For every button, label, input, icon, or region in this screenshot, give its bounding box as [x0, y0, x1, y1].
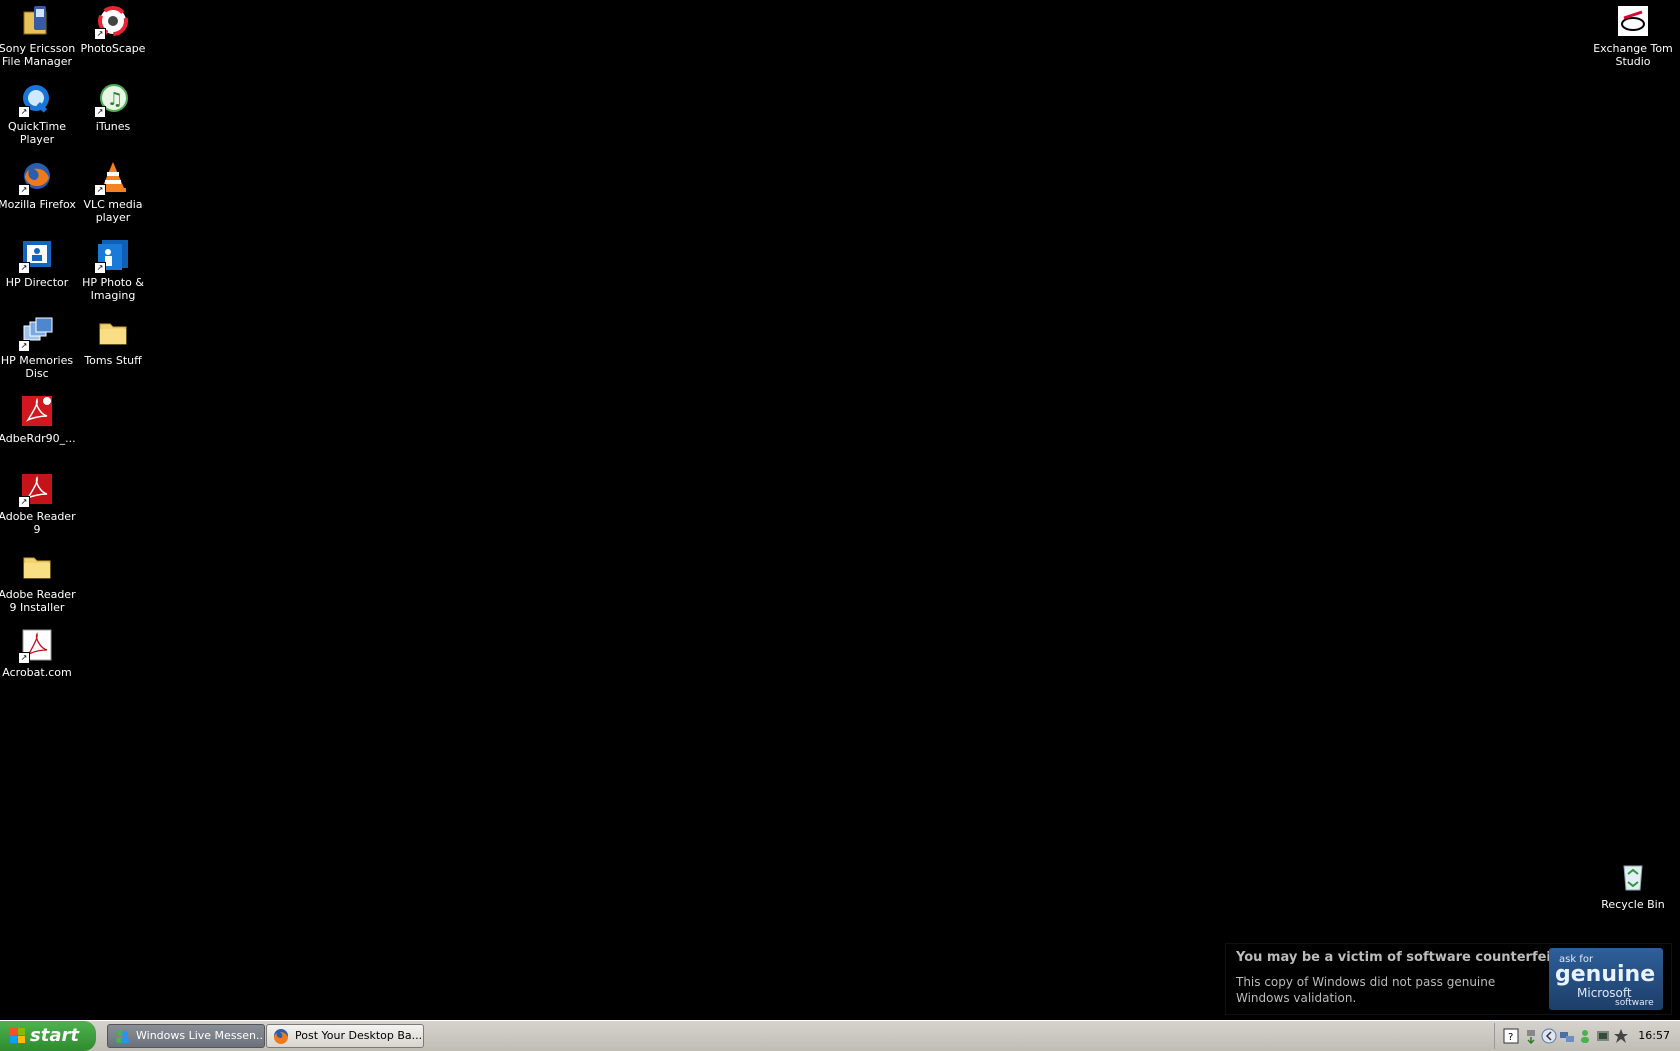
icon-label: AdbeRdr90_...: [0, 432, 76, 445]
windows-flag-icon: [10, 1028, 25, 1043]
icon-label: HP Memories Disc: [0, 354, 74, 380]
desktop-icon-adobe-installer-folder[interactable]: Adobe Reader 9 Installer: [0, 548, 77, 614]
adobe-installer-icon: [20, 394, 54, 428]
taskbar-button-firefox[interactable]: Post Your Desktop Ba...: [266, 1024, 424, 1048]
desktop-icon-quicktime[interactable]: ↗ QuickTime Player: [0, 80, 77, 146]
icon-label: Acrobat.com: [2, 666, 72, 679]
hp-photo-icon: ↗: [94, 238, 130, 274]
icon-label: Adobe Reader 9 Installer: [0, 588, 76, 614]
icon-label: iTunes: [95, 120, 131, 133]
messenger-tray-icon[interactable]: [1577, 1028, 1593, 1044]
taskbar-button-messenger[interactable]: Windows Live Messen...: [107, 1024, 265, 1048]
desktop-icon-vlc[interactable]: ↗ VLC media player: [73, 158, 153, 224]
icon-label: Adobe Reader 9: [0, 510, 76, 536]
icon-label: Exchange Tom Studio: [1593, 42, 1673, 68]
quicktime-icon: ↗: [18, 82, 54, 118]
exchange-icon: [1616, 4, 1650, 38]
hp-memories-icon: ↗: [18, 316, 54, 352]
device-icon[interactable]: [1595, 1028, 1611, 1044]
folder-icon: [20, 550, 54, 584]
vlc-icon: ↗: [94, 160, 130, 196]
desktop-icon-sony-ericsson[interactable]: Sony Ericsson File Manager: [0, 2, 77, 68]
desktop-icon-adobe-reader[interactable]: ↗ Adobe Reader 9: [0, 470, 77, 536]
firefox-icon: [274, 1029, 288, 1044]
svg-text:♫: ♫: [107, 89, 123, 110]
recycle-bin-icon: [1616, 860, 1650, 894]
desktop-icon-acrobat-com[interactable]: ↗ Acrobat.com: [0, 626, 77, 679]
icon-label: HP Director: [5, 276, 69, 289]
chevron-left-icon[interactable]: [1541, 1028, 1557, 1044]
messenger-icon: [116, 1030, 129, 1043]
icon-label: VLC media player: [83, 198, 143, 224]
system-tray: ? 16:57: [1494, 1023, 1680, 1049]
desktop-icon-hp-director[interactable]: ↗ HP Director: [0, 236, 77, 289]
adobe-reader-icon: ↗: [18, 472, 54, 508]
acrobat-com-icon: ↗: [18, 628, 54, 664]
taskbar: start Windows Live Messen... Post Your D…: [0, 1020, 1680, 1051]
photoscape-icon: ↗: [94, 4, 130, 40]
genuine-microsoft-logo[interactable]: ask for genuine Microsoft software: [1549, 948, 1663, 1010]
icon-label: Mozilla Firefox: [0, 198, 76, 211]
start-label: start: [30, 1025, 79, 1046]
network-icon[interactable]: [1559, 1028, 1575, 1044]
genuine-validation-balloon[interactable]: You may be a victim of software counterf…: [1225, 943, 1672, 1015]
desktop-icon-itunes[interactable]: ♫ ↗ iTunes: [73, 80, 153, 133]
svg-text:?: ?: [1508, 1032, 1513, 1043]
hp-director-icon: ↗: [18, 238, 54, 274]
task-label: Post Your Desktop Ba...: [295, 1029, 423, 1042]
icon-label: PhotoScape: [80, 42, 146, 55]
icon-label: QuickTime Player: [7, 120, 67, 146]
balloon-title: You may be a victim of software counterf…: [1236, 950, 1586, 965]
task-label: Windows Live Messen...: [136, 1029, 265, 1042]
icon-label: Sony Ericsson File Manager: [0, 42, 76, 68]
star-icon[interactable]: [1613, 1028, 1629, 1044]
sony-ericsson-icon: [20, 4, 54, 38]
desktop-icon-exchange-tom-studio[interactable]: Exchange Tom Studio: [1593, 2, 1673, 68]
desktop-icon-recycle-bin[interactable]: Recycle Bin: [1593, 858, 1673, 911]
balloon-body: This copy of Windows did not pass genuin…: [1236, 975, 1496, 1005]
help-icon[interactable]: ?: [1503, 1028, 1519, 1044]
logo-genuine-text: genuine: [1555, 962, 1656, 987]
icon-label: Toms Stuff: [84, 354, 142, 367]
desktop-icon-hp-memories[interactable]: ↗ HP Memories Disc: [0, 314, 77, 380]
desktop-icon-hp-photo[interactable]: ↗ HP Photo & Imaging: [73, 236, 153, 302]
firefox-icon: ↗: [18, 160, 54, 196]
folder-icon: [96, 316, 130, 350]
start-button[interactable]: start: [0, 1021, 96, 1051]
desktop-icon-firefox[interactable]: ↗ Mozilla Firefox: [0, 158, 77, 211]
desktop-icon-toms-stuff[interactable]: Toms Stuff: [73, 314, 153, 367]
clock[interactable]: 16:57: [1638, 1029, 1670, 1042]
icon-label: HP Photo & Imaging: [82, 276, 144, 302]
desktop-icon-adberdr90[interactable]: AdbeRdr90_...: [0, 392, 77, 445]
safely-remove-icon[interactable]: [1523, 1028, 1539, 1044]
icon-label: Recycle Bin: [1601, 898, 1665, 911]
logo-software-text: software: [1615, 998, 1654, 1008]
itunes-icon: ♫ ↗: [94, 82, 130, 118]
desktop-icon-photoscape[interactable]: ↗ PhotoScape: [73, 2, 153, 55]
